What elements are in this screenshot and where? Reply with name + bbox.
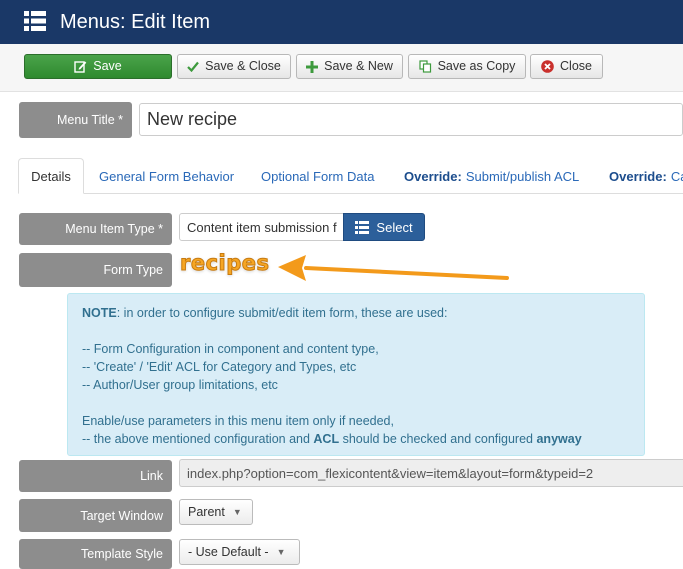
note-line: Enable/use parameters in this menu item … [82,414,394,428]
check-icon [187,61,199,72]
tab-general-form-behavior[interactable]: General Form Behavior [99,158,234,194]
info-note: NOTE: in order to configure submit/edit … [67,293,645,456]
close-button[interactable]: Close [530,54,603,79]
close-label: Close [560,59,592,73]
save-button[interactable]: Save [24,54,172,79]
template-style-label: Template Style [19,539,172,569]
target-window-value: Parent [188,505,225,519]
note-acl: ACL [313,432,340,446]
tab-override-category[interactable]: Override:Ca [609,158,683,194]
note-item: -- 'Create' / 'Edit' ACL for Category an… [82,360,357,374]
plus-icon [306,60,319,73]
target-window-select[interactable]: Parent ▼ [179,499,253,525]
select-label: Select [376,219,413,235]
override-prefix: Override: [404,168,462,184]
note-line: -- the above mentioned configuration and… [82,430,630,448]
menu-title-label: Menu Title * [19,102,132,138]
note-line: NOTE: in order to configure submit/edit … [82,304,630,322]
save-new-label: Save & New [324,59,393,73]
menu-item-type-label: Menu Item Type * [19,213,172,245]
template-style-select[interactable]: - Use Default - ▼ [179,539,300,565]
template-style-value: - Use Default - [188,545,269,559]
copy-icon [418,60,431,73]
caret-down-icon: ▼ [276,547,286,557]
save-close-label: Save & Close [205,59,281,73]
tab-override-submit-acl[interactable]: Override: Submit/publish ACL [404,158,579,194]
save-close-button[interactable]: Save & Close [177,54,291,79]
tab-override-category-label: Ca [670,168,683,184]
menu-item-type-input: Content item submission f [179,213,346,241]
form-type-value: recipes [180,251,270,276]
target-window-label: Target Window [19,499,172,532]
save-label: Save [93,59,122,73]
save-new-button[interactable]: Save & New [296,54,403,79]
form-type-label: Form Type [19,253,172,287]
toolbar: Save Save & Close Save & New Save as Cop… [0,44,683,92]
list-icon [355,220,370,234]
menu-title-input[interactable]: New recipe [139,103,683,136]
note-item: -- Form Configuration in component and c… [82,342,379,356]
note-item: -- Author/User group limitations, etc [82,378,278,392]
tab-override-submit-acl-label: Submit/publish ACL [465,168,580,184]
close-circle-icon [541,60,554,73]
link-input: index.php?option=com_flexicontent&view=i… [179,459,683,487]
note-anyway: anyway [536,432,582,446]
tab-details[interactable]: Details [18,158,84,194]
override-prefix: Override: [609,168,667,184]
caret-down-icon: ▼ [232,507,242,517]
link-label: Link [19,460,172,492]
list-menu-icon [24,10,46,32]
save-copy-label: Save as Copy [437,59,516,73]
annotation-arrow-icon [278,255,509,281]
note-text: -- the above mentioned configuration and [82,432,314,446]
tab-optional-form-data[interactable]: Optional Form Data [261,158,374,194]
tab-details-label: Details [31,168,71,184]
note-text: should be checked and configured [339,432,537,446]
note-text: : in order to configure submit/edit item… [116,306,448,320]
app-header: Menus: Edit Item [0,0,683,44]
edit-icon [74,61,87,73]
tab-optional-form-data-label: Optional Form Data [261,168,375,184]
page-title: Menus: Edit Item [60,11,211,33]
tab-general-form-behavior-label: General Form Behavior [99,168,235,184]
note-bold: NOTE [82,306,117,320]
save-copy-button[interactable]: Save as Copy [408,54,526,79]
select-type-button[interactable]: Select [343,213,425,241]
